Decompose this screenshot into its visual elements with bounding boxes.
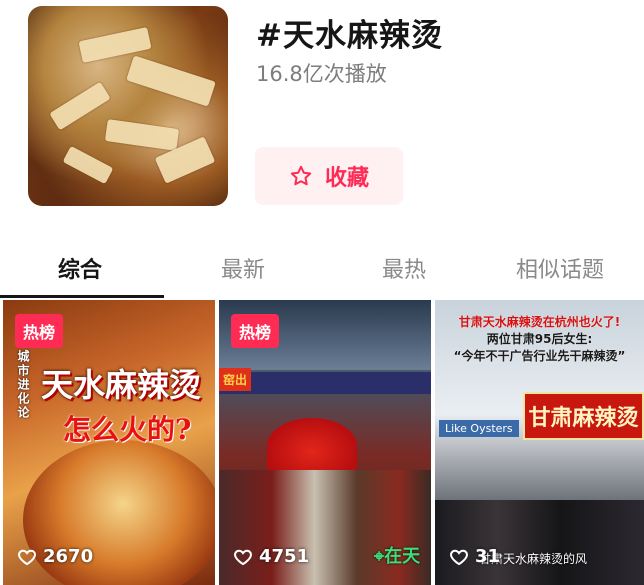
like-count-value: 2670 <box>43 546 94 567</box>
noodle-strip <box>126 55 216 107</box>
location-text: 在天 <box>384 546 421 567</box>
store-label: Like Oysters <box>439 420 519 437</box>
shop-sign: 甘肃麻辣烫 <box>523 392 644 440</box>
video-card[interactable]: 窑出 热榜 ⌖在天 4751 <box>219 300 431 585</box>
side-sign-text: 窑出 <box>219 368 252 391</box>
tab-hottest[interactable]: 最热 <box>382 252 426 284</box>
tab-latest[interactable]: 最新 <box>221 252 265 284</box>
video-headline: 天水麻辣烫 <box>41 366 202 404</box>
video-headline-question: 怎么火的? <box>63 413 192 446</box>
video-card[interactable]: 甘肃天水麻辣烫在杭州也火了! 两位甘肃95后女生: “今年不干广告行业先干麻辣烫… <box>435 300 644 585</box>
location-pin-icon: ⌖ <box>374 546 385 567</box>
video-grid: 热榜 城市进化论 天水麻辣烫 怎么火的? 2670 窑出 热榜 ⌖在天 4751 <box>0 300 644 585</box>
noodle-strip <box>49 81 111 131</box>
topic-title: #天水麻辣烫 <box>256 18 443 54</box>
favorite-button[interactable]: 收藏 <box>255 147 403 205</box>
active-tab-indicator <box>0 295 164 298</box>
heart-outline-icon <box>450 549 468 565</box>
tab-similar-topics[interactable]: 相似话题 <box>516 252 604 284</box>
like-count: 4751 <box>233 546 309 567</box>
star-outline-icon <box>290 165 312 186</box>
like-count: 31 <box>449 546 500 567</box>
play-count: 16.8亿次播放 <box>256 62 387 86</box>
video-caption: 甘肃天水麻辣烫在杭州也火了! 两位甘肃95后女生: “今年不干广告行业先干麻辣烫… <box>435 314 644 365</box>
red-umbrella-image <box>267 418 357 474</box>
tab-bar: 综合 最新 最热 相似话题 <box>0 240 644 296</box>
heart-outline-icon <box>234 549 252 565</box>
location-tag: ⌖在天 <box>374 542 420 568</box>
like-count-value: 4751 <box>259 546 310 567</box>
caption-line: “今年不干广告行业先干麻辣烫” <box>453 349 626 363</box>
heart-outline-icon <box>18 549 36 565</box>
crowd-image <box>435 500 644 585</box>
tab-comprehensive[interactable]: 综合 <box>58 252 102 284</box>
caption-line: 两位甘肃95后女生: <box>486 332 593 346</box>
like-count-value: 31 <box>475 546 501 567</box>
topic-cover-image[interactable] <box>28 6 228 206</box>
like-count: 2670 <box>17 546 93 567</box>
noodle-strip <box>104 119 180 151</box>
caption-line: 甘肃天水麻辣烫在杭州也火了! <box>458 315 621 329</box>
channel-side-text: 城市进化论 <box>16 350 30 420</box>
noodle-strip <box>62 145 114 185</box>
hot-list-badge: 热榜 <box>15 314 64 348</box>
topic-header: #天水麻辣烫 16.8亿次播放 收藏 <box>0 0 644 240</box>
favorite-label: 收藏 <box>324 166 369 191</box>
video-card[interactable]: 热榜 城市进化论 天水麻辣烫 怎么火的? 2670 <box>3 300 215 585</box>
hot-list-badge: 热榜 <box>231 314 280 348</box>
